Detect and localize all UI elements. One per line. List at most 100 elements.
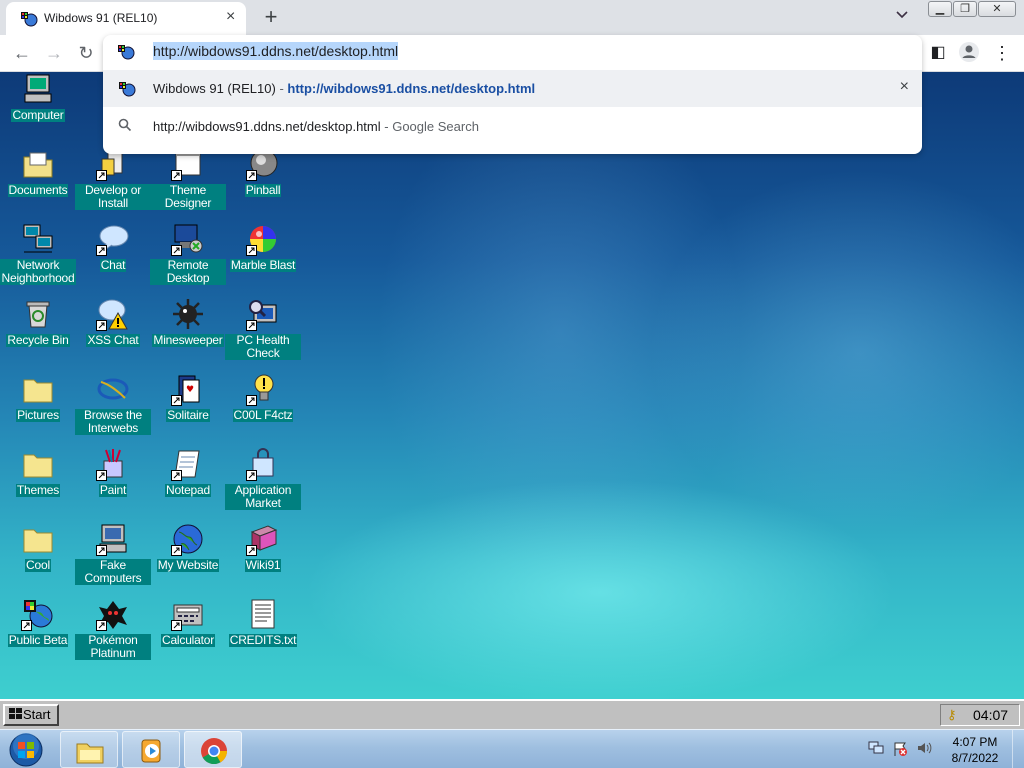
file-explorer-icon[interactable] bbox=[60, 731, 118, 768]
chrome-icon[interactable] bbox=[184, 731, 242, 768]
icon-label: Develop or Install bbox=[75, 184, 151, 210]
icon-label: Theme Designer bbox=[150, 184, 226, 210]
shortcut-arrow-icon bbox=[21, 620, 32, 631]
forward-button[interactable]: → bbox=[42, 41, 66, 65]
address-bar-input[interactable]: http://wibdows91.ddns.net/desktop.html bbox=[153, 42, 399, 63]
shortcut-arrow-icon bbox=[171, 245, 182, 256]
desktop-icon-cool[interactable]: Cool bbox=[0, 522, 76, 594]
shortcut-arrow-icon bbox=[96, 320, 107, 331]
book-icon bbox=[246, 522, 280, 556]
shortcut-arrow-icon bbox=[96, 620, 107, 631]
desktop-icon-documents[interactable]: Documents bbox=[0, 147, 76, 219]
start-button[interactable]: Start bbox=[3, 704, 59, 726]
shortcut-arrow-icon bbox=[246, 395, 257, 406]
icon-label: C00L F4ctz bbox=[232, 408, 294, 422]
show-desktop-button[interactable] bbox=[1012, 730, 1024, 768]
back-button[interactable]: ← bbox=[10, 41, 34, 65]
desktop-icon-computer[interactable]: Computer bbox=[0, 72, 76, 144]
desktop-icon-wiki91[interactable]: Wiki91 bbox=[225, 522, 301, 594]
minimize-button[interactable]: ▁ bbox=[928, 1, 952, 17]
shortcut-arrow-icon bbox=[246, 245, 257, 256]
desktop-icon-solitaire[interactable]: ♥ Solitaire bbox=[150, 372, 226, 444]
desktop-icon-paint[interactable]: Paint bbox=[75, 447, 151, 519]
desktop-icon-pictures[interactable]: Pictures bbox=[0, 372, 76, 444]
desktop-icon-chat[interactable]: Chat bbox=[75, 222, 151, 294]
reload-button[interactable]: ↻ bbox=[74, 41, 98, 65]
desktop-icon-browse-interwebs[interactable]: Browse the Interwebs bbox=[75, 372, 151, 444]
desktop-icon-xss-chat[interactable]: XSS Chat bbox=[75, 297, 151, 369]
restore-button[interactable]: ❐ bbox=[953, 1, 977, 17]
profile-button[interactable] bbox=[957, 41, 981, 65]
notepad-icon bbox=[171, 447, 205, 481]
suggestion-separator: - bbox=[275, 81, 288, 96]
icon-label: Pokémon Platinum bbox=[75, 634, 151, 660]
icon-label: Pictures bbox=[16, 408, 60, 422]
tab-close-icon[interactable]: × bbox=[226, 8, 235, 26]
shortcut-arrow-icon bbox=[246, 170, 257, 181]
cards-icon: ♥ bbox=[171, 372, 205, 406]
icon-label: Marble Blast bbox=[229, 258, 297, 272]
desktop-icon-notepad[interactable]: Notepad bbox=[150, 447, 226, 519]
suggestion-engine: Google Search bbox=[392, 119, 479, 134]
desktop-icon-themes[interactable]: Themes bbox=[0, 447, 76, 519]
icon-label: Pinball bbox=[244, 183, 282, 197]
text-file-icon bbox=[246, 597, 280, 631]
network-tray-icon[interactable] bbox=[868, 741, 884, 758]
address-bar-selected-text: http://wibdows91.ddns.net/desktop.html bbox=[153, 42, 399, 60]
desktop-icon-marble-blast[interactable]: Marble Blast bbox=[225, 222, 301, 294]
menu-button[interactable]: ⋮ bbox=[990, 41, 1014, 65]
remote-desktop-icon bbox=[171, 222, 205, 256]
media-player-icon[interactable] bbox=[122, 731, 180, 768]
desktop-icon-remote-desktop[interactable]: Remote Desktop bbox=[150, 222, 226, 294]
suggestion-url: http://wibdows91.ddns.net/desktop.html bbox=[287, 81, 536, 96]
desktop-icon-fake-computers[interactable]: Fake Computers bbox=[75, 522, 151, 594]
desktop-icon-credits[interactable]: CREDITS.txt bbox=[225, 597, 301, 669]
desktop-icon-pinball[interactable]: Pinball bbox=[225, 147, 301, 219]
shortcut-arrow-icon bbox=[171, 620, 182, 631]
tab-title: Wibdows 91 (REL10) bbox=[44, 11, 158, 25]
icon-label: Paint bbox=[98, 483, 128, 497]
desktop-icon-pc-health-check[interactable]: PC Health Check bbox=[225, 297, 301, 369]
mine-icon bbox=[171, 297, 205, 331]
desktop-icon-minesweeper[interactable]: Minesweeper bbox=[150, 297, 226, 369]
key-icon[interactable]: ⚷ bbox=[947, 705, 957, 725]
icon-label: Network Neighborhood bbox=[0, 258, 76, 285]
search-icon bbox=[118, 118, 136, 136]
browser-tab[interactable]: Wibdows 91 (REL10) × bbox=[6, 2, 246, 35]
icon-label: Minesweeper bbox=[152, 333, 224, 347]
desktop-icon-application-market[interactable]: Application Market bbox=[225, 447, 301, 519]
remove-suggestion-icon[interactable]: × bbox=[900, 78, 909, 96]
windows-start-orb-icon[interactable] bbox=[4, 731, 48, 768]
close-window-button[interactable]: ✕ bbox=[978, 1, 1016, 17]
icon-label: Application Market bbox=[225, 484, 301, 510]
network-icon bbox=[21, 222, 55, 256]
suggestion-history[interactable]: Wibdows 91 (REL10) - http://wibdows91.dd… bbox=[103, 70, 922, 107]
desktop-icon-develop-install[interactable]: Develop or Install bbox=[75, 147, 151, 219]
desktop-icon-pokemon-platinum[interactable]: Pokémon Platinum bbox=[75, 597, 151, 669]
desktop-icon-theme-designer[interactable]: Theme Designer bbox=[150, 147, 226, 219]
new-tab-button[interactable]: + bbox=[260, 4, 282, 30]
desktop-icon-cool-facts[interactable]: C00L F4ctz bbox=[225, 372, 301, 444]
folder-themes-icon bbox=[21, 447, 55, 481]
desktop-icon-my-website[interactable]: My Website bbox=[150, 522, 226, 594]
desktop-icon-network[interactable]: Network Neighborhood bbox=[0, 222, 76, 294]
folder-cool-icon bbox=[21, 522, 55, 556]
icon-label: CREDITS.txt bbox=[228, 633, 298, 647]
clock[interactable]: 4:07 PM 8/7/2022 bbox=[945, 734, 1005, 766]
icon-label: Calculator bbox=[160, 633, 216, 647]
volume-icon[interactable] bbox=[916, 741, 932, 758]
tab-search-chevron-icon[interactable] bbox=[896, 8, 908, 22]
suggestion-search[interactable]: http://wibdows91.ddns.net/desktop.html -… bbox=[103, 108, 922, 145]
desktop-icon-recycle-bin[interactable]: Recycle Bin bbox=[0, 297, 76, 369]
side-panel-button[interactable]: ◧ bbox=[926, 41, 950, 65]
action-center-flag-icon[interactable] bbox=[892, 741, 908, 760]
shortcut-arrow-icon bbox=[96, 245, 107, 256]
desktop-icon-calculator[interactable]: Calculator bbox=[150, 597, 226, 669]
omnibox-dropdown: http://wibdows91.ddns.net/desktop.html W… bbox=[103, 35, 922, 154]
shortcut-arrow-icon bbox=[171, 545, 182, 556]
icon-label: Solitaire bbox=[166, 408, 210, 422]
desktop-icon-public-beta[interactable]: Public Beta bbox=[0, 597, 76, 669]
browser-tab-strip: Wibdows 91 (REL10) × + ▁ ❐ ✕ bbox=[0, 0, 1024, 35]
host-taskbar: 4:07 PM 8/7/2022 bbox=[0, 729, 1024, 768]
system-tray: ⚷ 04:07 bbox=[940, 704, 1020, 726]
